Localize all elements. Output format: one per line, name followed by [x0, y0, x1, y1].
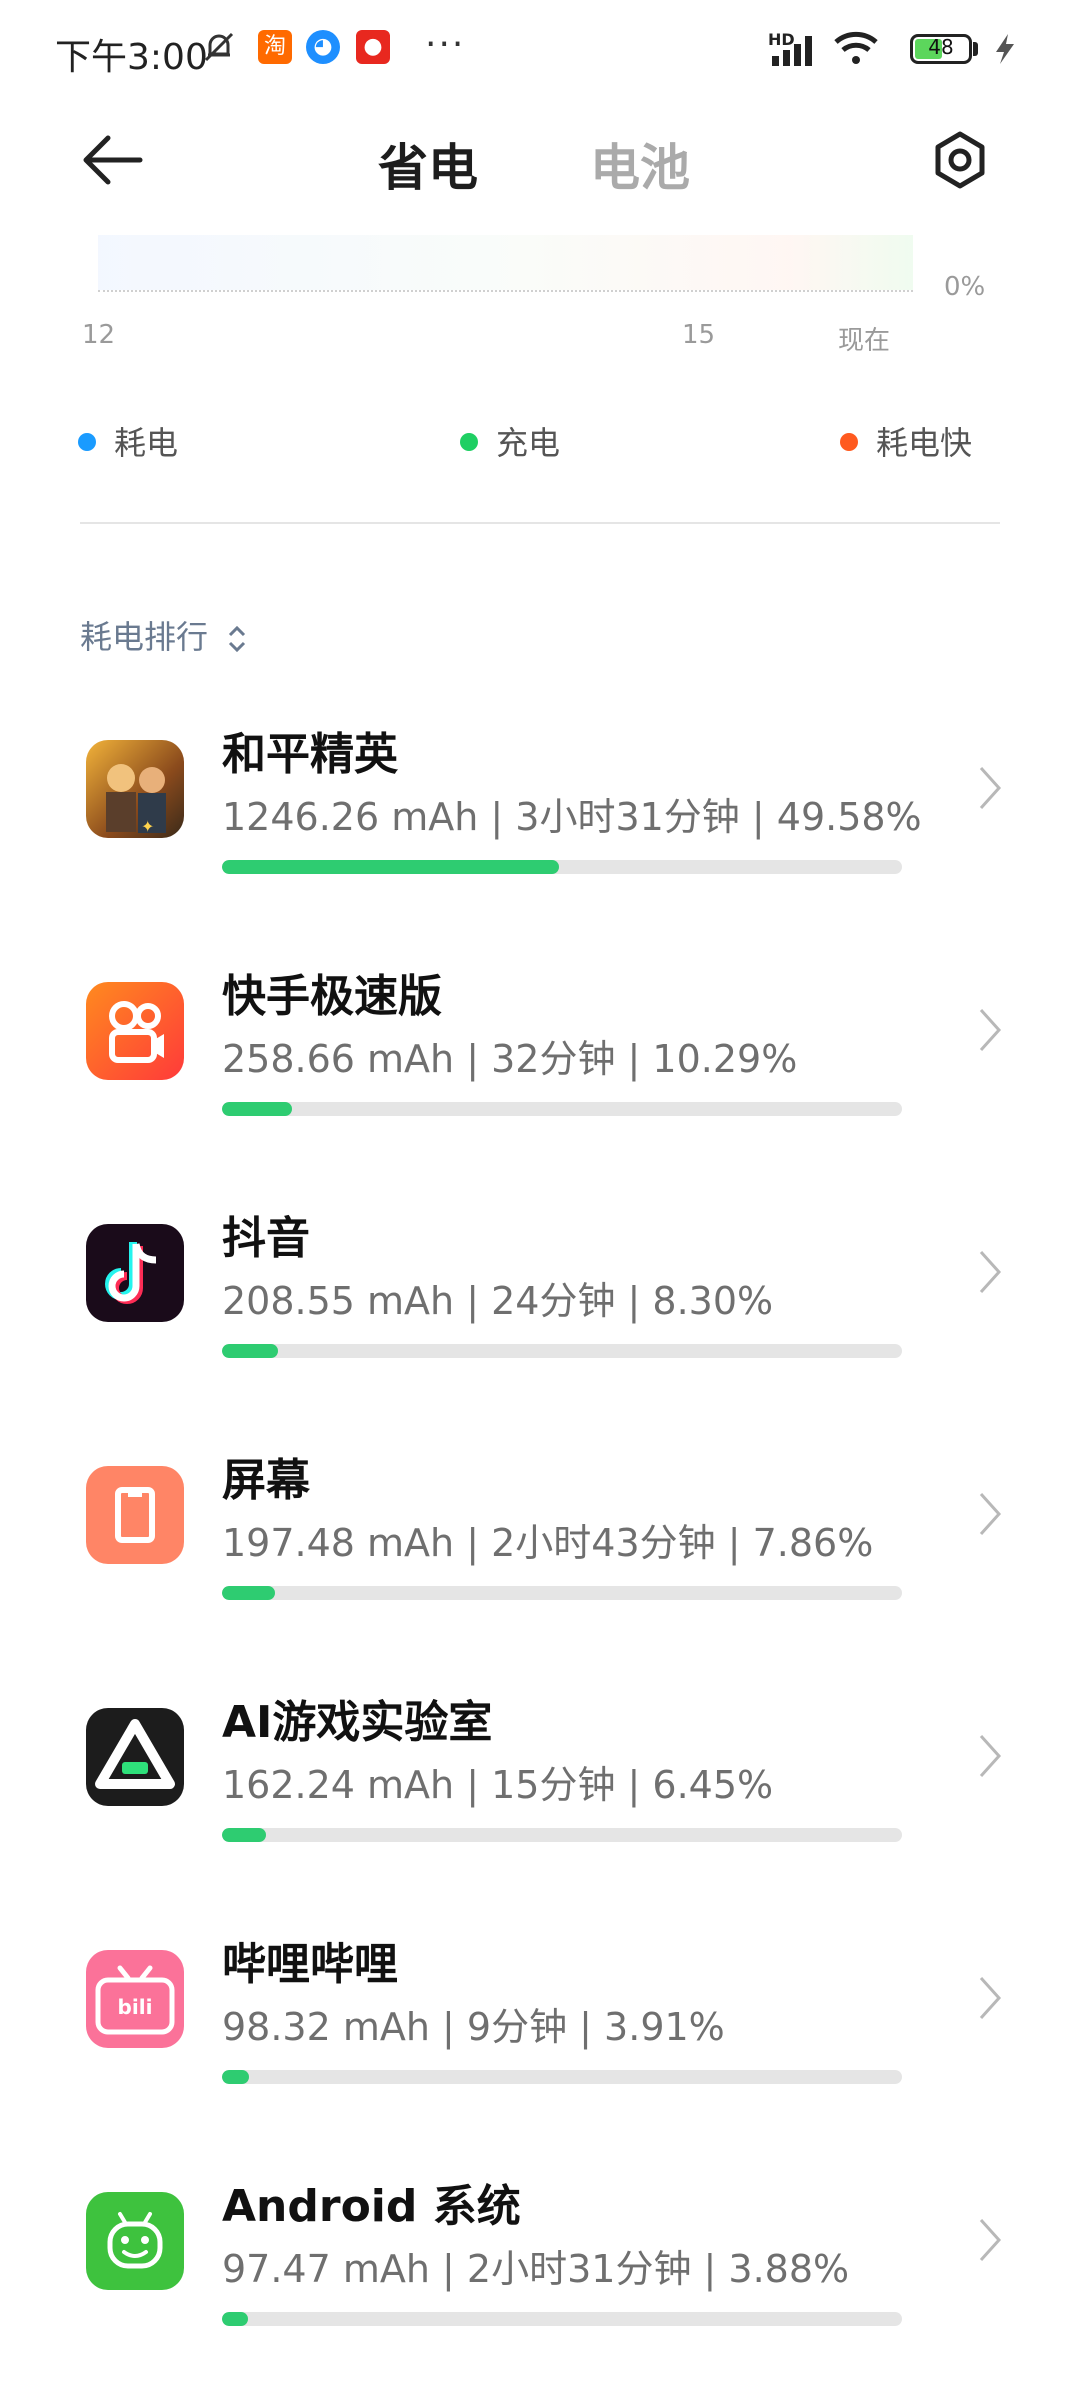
app-row-ai-game-lab[interactable]: AI游戏实验室 162.24 mAh | 15分钟 | 6.45% [0, 1676, 1080, 1918]
app-usage-detail: 197.48 mAh | 2小时43分钟 | 7.86% [222, 1521, 874, 1565]
legend-dot [840, 433, 858, 451]
app-row-peacekeeper-elite[interactable]: ✦ 和平精英 1246.26 mAh | 3小时31分钟 | 49.58% [0, 708, 1080, 950]
signal-icon [772, 36, 812, 66]
app-row-kuaishou[interactable]: 快手极速版 258.66 mAh | 32分钟 | 10.29% [0, 950, 1080, 1192]
app-row-android-system[interactable]: Android 系统 97.47 mAh | 2小时31分钟 | 3.88% [0, 2160, 1080, 2402]
battery-icon: 48 [910, 34, 972, 64]
chart-area [98, 235, 913, 290]
usage-bar-track [222, 2070, 902, 2084]
status-bar: 下午3:00 淘 ◕ ● ··· HD 48 [0, 0, 1080, 100]
usage-bar-fill [222, 2070, 249, 2084]
overflow-dots: ··· [425, 24, 466, 65]
app-name: AI游戏实验室 [222, 1697, 493, 1748]
chevron-right-icon [979, 1008, 1002, 1052]
chart-x-tick: 12 [82, 320, 116, 350]
usage-bar-track [222, 1102, 902, 1116]
chevron-right-icon [979, 2218, 1002, 2262]
legend-item-drain: 耗电 [78, 418, 178, 464]
app-usage-detail: 98.32 mAh | 9分钟 | 3.91% [222, 2005, 725, 2049]
chevron-right-icon [979, 1492, 1002, 1536]
kuaishou-icon [86, 982, 184, 1080]
app-notification-icon: ● [356, 30, 390, 64]
app-name: Android 系统 [222, 2181, 521, 2232]
app-name: 快手极速版 [222, 971, 442, 1022]
chart-y-label: 0% [944, 272, 986, 302]
chevron-right-icon [979, 1734, 1002, 1778]
tab-power-saving[interactable]: 省电 [378, 128, 478, 200]
usage-bar-fill [222, 2312, 249, 2326]
mute-bell-icon [204, 32, 234, 62]
sort-selector[interactable]: 耗电排行 [80, 612, 248, 658]
chevron-right-icon [979, 766, 1002, 810]
app-usage-detail: 162.24 mAh | 15分钟 | 6.45% [222, 1763, 774, 1807]
legend-label: 耗电 [114, 424, 179, 462]
svg-text:✦: ✦ [141, 817, 154, 836]
legend-label: 耗电快 [876, 424, 973, 462]
battery-tip [973, 42, 978, 56]
usage-bar-fill [222, 1344, 279, 1358]
chart-baseline [98, 290, 913, 292]
qq-app-icon: ◕ [306, 30, 340, 64]
tab-battery[interactable]: 电池 [590, 128, 690, 200]
usage-bar-track [222, 860, 902, 874]
usage-bar-track [222, 2312, 902, 2326]
legend-label: 充电 [496, 424, 561, 462]
usage-bar-track [222, 1586, 902, 1600]
usage-bar-fill [222, 1828, 266, 1842]
android-icon [86, 2192, 184, 2290]
chevron-right-icon [979, 1250, 1002, 1294]
usage-bar-fill [222, 1102, 292, 1116]
chart-x-tick: 现在 [838, 326, 891, 356]
wifi-icon [834, 31, 878, 64]
legend-item-charge: 充电 [460, 418, 560, 464]
app-name: 屏幕 [222, 1455, 310, 1506]
divider [80, 522, 1000, 524]
game-peacekeeper-icon: ✦ [86, 740, 184, 838]
legend-item-fast-drain: 耗电快 [840, 418, 972, 464]
legend-dot [78, 433, 96, 451]
settings-gear-icon[interactable] [930, 130, 990, 190]
app-row-douyin[interactable]: 抖音 208.55 mAh | 24分钟 | 8.30% [0, 1192, 1080, 1434]
app-usage-detail: 258.66 mAh | 32分钟 | 10.29% [222, 1037, 798, 1081]
app-usage-detail: 1246.26 mAh | 3小时31分钟 | 49.58% [222, 795, 922, 839]
app-name: 哔哩哔哩 [222, 1939, 398, 1990]
chevron-right-icon [979, 1976, 1002, 2020]
usage-bar-fill [222, 1586, 276, 1600]
usage-bar-track [222, 1828, 902, 1842]
sort-label: 耗电排行 [80, 618, 209, 656]
app-name: 抖音 [222, 1213, 310, 1264]
battery-level: 48 [928, 35, 954, 59]
app-usage-detail: 97.47 mAh | 2小时31分钟 | 3.88% [222, 2247, 850, 2291]
usage-bar-track [222, 1344, 902, 1358]
chart-x-tick: 15 [682, 320, 716, 350]
app-usage-detail: 208.55 mAh | 24分钟 | 8.30% [222, 1279, 774, 1323]
ai-game-lab-icon [86, 1708, 184, 1806]
app-row-screen[interactable]: 屏幕 197.48 mAh | 2小时43分钟 | 7.86% [0, 1434, 1080, 1676]
douyin-icon [86, 1224, 184, 1322]
svg-text:bili: bili [118, 1995, 153, 2019]
charging-bolt-icon [996, 34, 1014, 64]
usage-bar-fill [222, 860, 560, 874]
back-arrow-icon[interactable] [78, 130, 148, 190]
bilibili-icon: bili [86, 1950, 184, 2048]
sort-toggle-icon [229, 625, 246, 653]
screen-icon [86, 1466, 184, 1564]
legend-dot [460, 433, 478, 451]
taobao-app-icon: 淘 [258, 30, 292, 64]
app-row-bilibili[interactable]: bili 哔哩哔哩 98.32 mAh | 9分钟 | 3.91% [0, 1918, 1080, 2160]
status-time: 下午3:00 [55, 37, 208, 78]
app-name: 和平精英 [222, 729, 398, 780]
